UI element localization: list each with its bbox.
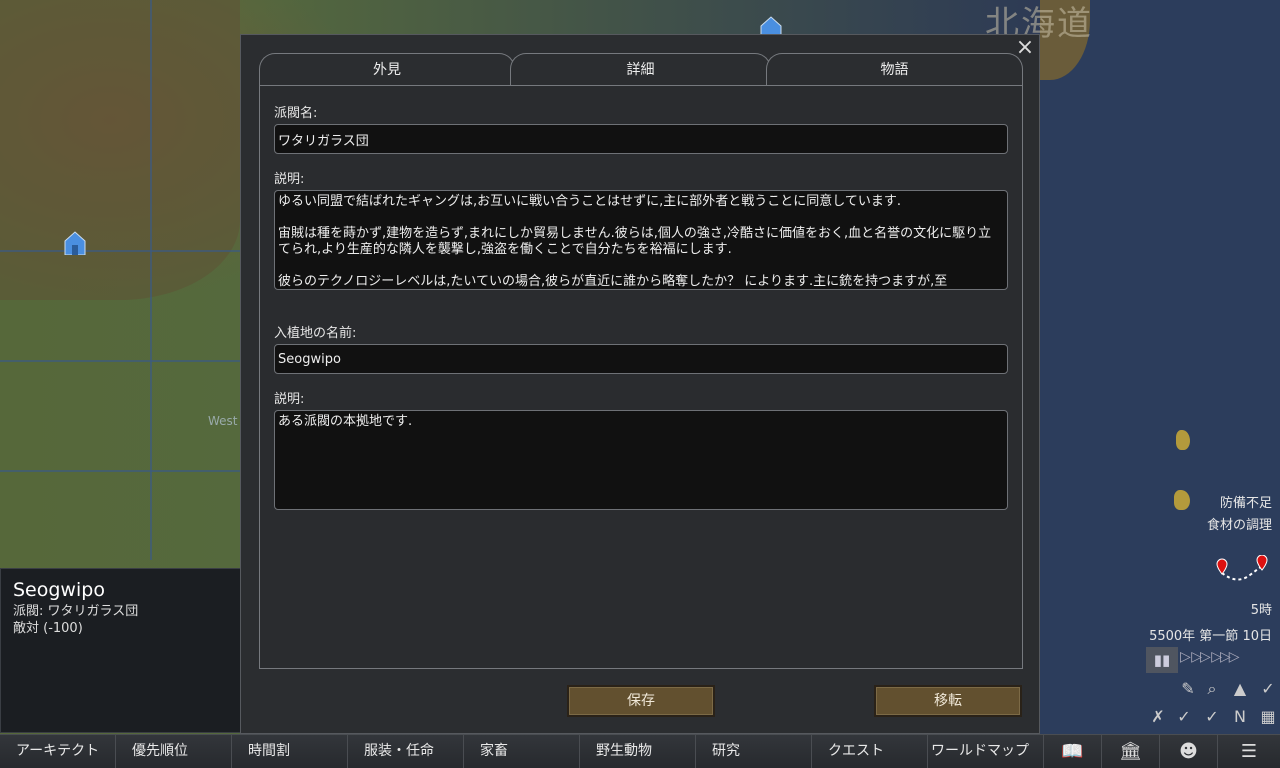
route-toggle-icon[interactable]: ✗ [1147,706,1169,728]
map-border-line [0,470,240,472]
terrain-toggle-icon[interactable]: ▲ [1229,678,1251,700]
menu-icon[interactable]: ☰ [1218,735,1280,768]
settlement-title: Seogwipo [13,579,105,601]
settlement-icon[interactable] [64,231,86,255]
move-button[interactable]: 移転 [874,685,1022,717]
faction-desc-label: 説明: [274,172,305,187]
speed-arrows-icon[interactable]: ▷ ▷▷ ▷▷▷ [1180,649,1239,665]
dialog-tabs: 外見 詳細 物語 [259,53,1023,86]
tab-research[interactable]: 研究 [696,735,812,768]
tab-architect[interactable]: アーキテクト [0,735,116,768]
tab-details[interactable]: 詳細 [510,53,771,86]
time-readout: 5時 [1250,603,1272,618]
map-island [1176,430,1190,450]
settlement-name-label: 入植地の名前: [274,326,357,341]
map-toggle-icons: ✎ ⌕ ▲ ✓ ✗ ✓ ✓ N ▦ [1145,676,1280,732]
route-planner-icon[interactable] [1212,555,1272,587]
faction-name-label: 派閥名: [274,106,318,121]
map-border-line [0,360,240,362]
date-readout: 5500年 第一節 10日 [1149,629,1272,644]
settlement-desc-textarea[interactable]: ある派閥の本拠地です. [274,410,1008,510]
save-button[interactable]: 保存 [567,685,715,717]
factions-icon[interactable]: 🏛 [1102,735,1160,768]
check-toggle-icon[interactable]: ✓ [1173,706,1195,728]
colonist-portrait-icon[interactable]: ☻ [1160,735,1218,768]
speed-controls: ▮▮ ▷ ▷▷ ▷▷▷ [1146,647,1276,673]
book-icon[interactable]: 📖 [1044,735,1102,768]
alert-underdefended[interactable]: 防備不足 [1220,492,1272,511]
tab-content-details: 派閥名: 説明: ゆるい同盟で結ばれたギャングは,お互いに戦い合うことはせずに,… [259,85,1023,669]
map-terrain-dark [0,0,240,300]
map-border-line [0,250,240,252]
tab-quests[interactable]: クエスト [812,735,928,768]
tab-world-map[interactable]: ワールドマップ [928,735,1044,768]
main-tab-bar: アーキテクト 優先順位 時間割 服装・任命 家畜 野生動物 研究 クエスト ワー… [0,734,1280,768]
zoom-icon[interactable]: ⌕ [1201,678,1223,700]
tab-priorities[interactable]: 優先順位 [116,735,232,768]
faction-name-input[interactable] [274,124,1008,154]
faction-dialog: × 外見 詳細 物語 派閥名: 説明: ゆるい同盟で結ばれたギャングは,お互いに… [240,34,1040,734]
map-island [1174,490,1190,510]
check-toggle-icon[interactable]: ✓ [1201,706,1223,728]
settlement-desc-label: 説明: [274,392,305,407]
relation-line: 敵対 (-100) [13,621,83,636]
map-region-label: West [208,414,238,428]
settlement-name-input[interactable] [274,344,1008,374]
grid-icon[interactable]: ▦ [1257,706,1279,728]
selection-info-panel: Seogwipo 派閥: ワタリガラス団 敵対 (-100) [0,568,241,733]
tab-schedule[interactable]: 時間割 [232,735,348,768]
faction-desc-textarea[interactable]: ゆるい同盟で結ばれたギャングは,お互いに戦い合うことはせずに,主に部外者と戦うこ… [274,190,1008,290]
lightbulb-icon[interactable]: ✓ [1257,678,1279,700]
map-border-line [150,0,152,560]
visibility-toggle-icon[interactable]: ✎ [1177,678,1199,700]
tab-wildlife[interactable]: 野生動物 [580,735,696,768]
tab-story[interactable]: 物語 [766,53,1023,86]
faction-line: 派閥: ワタリガラス団 [13,604,139,619]
pause-icon[interactable]: ▮▮ [1146,647,1178,673]
alert-cooking[interactable]: 食材の調理 [1207,514,1272,533]
tab-appearance[interactable]: 外見 [259,53,515,86]
compass-icon[interactable]: N [1229,706,1251,728]
tab-animals[interactable]: 家畜 [464,735,580,768]
tab-assign[interactable]: 服装・任命 [348,735,464,768]
